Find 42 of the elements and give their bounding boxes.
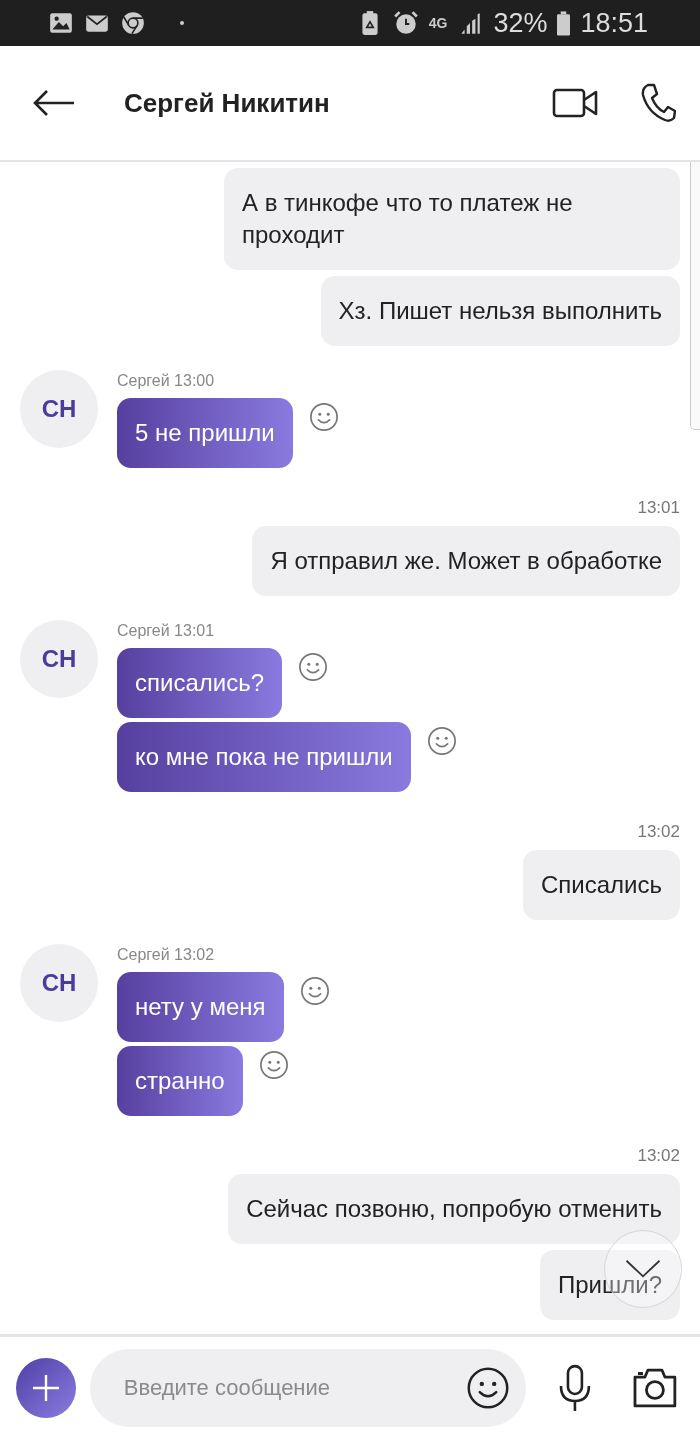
reaction-smiley-icon[interactable]	[299, 976, 330, 1006]
gallery-icon	[48, 10, 74, 36]
phone-icon[interactable]	[640, 83, 676, 123]
sender-time: Сергей 13:01	[117, 622, 216, 640]
message-bubble: Сейчас позвоню, попробую отменить	[228, 1174, 680, 1244]
message-bubble: Пришли?	[540, 1250, 680, 1320]
emoji-icon[interactable]	[466, 1365, 511, 1410]
avatar[interactable]: СН	[20, 944, 98, 1022]
avatar[interactable]: СН	[20, 370, 98, 448]
battery-icon	[557, 10, 571, 36]
browser-icon	[120, 10, 146, 36]
message-bubble: А в тинкофе что то платеж не проходит	[224, 168, 680, 270]
plus-icon[interactable]	[30, 1372, 61, 1403]
clock: 18:51	[580, 7, 648, 39]
reaction-smiley-icon[interactable]	[298, 652, 328, 682]
reaction-smiley-icon[interactable]	[426, 726, 457, 756]
message-bubble: Списались	[523, 850, 680, 920]
microphone-icon[interactable]	[558, 1363, 593, 1412]
message-bubble: странно	[117, 1046, 243, 1116]
message-bubble: Хз. Пишет нельзя выполнить	[320, 276, 680, 346]
reaction-smiley-icon[interactable]	[308, 402, 339, 432]
notification-dot-icon	[180, 21, 184, 25]
sender-time: Сергей 13:02	[117, 946, 216, 964]
video-camera-icon[interactable]	[552, 88, 598, 118]
message-bubble: ко мне пока не пришли	[117, 722, 411, 792]
message-bubble: нету у меня	[117, 972, 284, 1042]
contact-name: Сергей Никитин	[124, 87, 331, 119]
network-type: 4G	[428, 15, 448, 31]
back-icon[interactable]	[32, 89, 76, 117]
battery-percentage: 32%	[493, 7, 548, 39]
timestamp: 13:02	[637, 822, 680, 842]
timestamp: 13:02	[637, 1146, 680, 1166]
message-bubble: списались?	[117, 648, 282, 718]
timestamp: 13:01	[637, 498, 680, 518]
message-bubble: 5 не пришли	[117, 398, 293, 468]
alarm-icon	[392, 10, 419, 36]
camera-icon[interactable]	[632, 1366, 678, 1409]
message-bubble: Я отправил же. Может в обработке	[252, 526, 680, 596]
message-input-field[interactable]: Введите сообщение	[89, 1348, 527, 1427]
reaction-smiley-icon[interactable]	[258, 1050, 289, 1080]
avatar[interactable]: СН	[20, 620, 98, 698]
sender-time: Сергей 13:00	[117, 372, 216, 390]
